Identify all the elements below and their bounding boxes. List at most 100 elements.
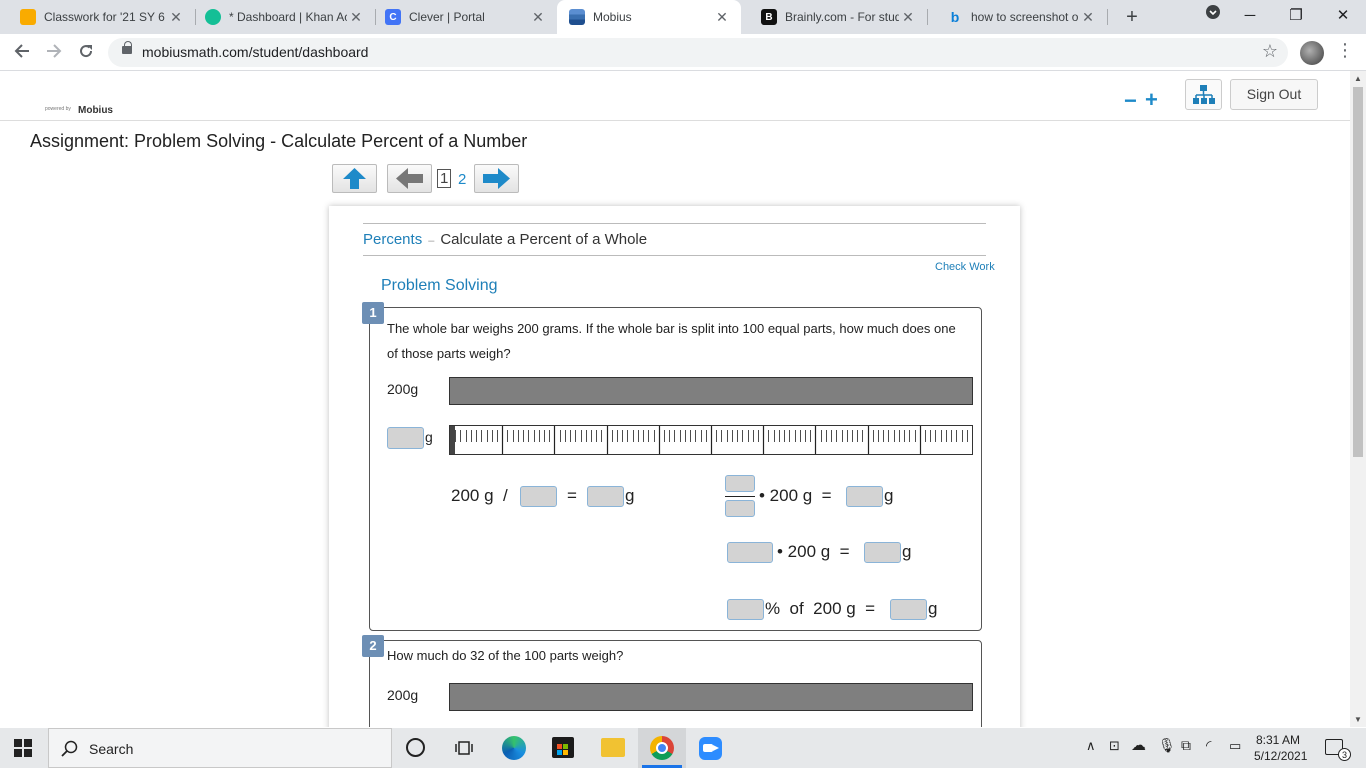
address-bar[interactable]: mobiusmath.com/student/dashboard ☆ (108, 38, 1288, 67)
taskbar-search-box[interactable]: Search (48, 728, 392, 768)
decimal-result-input[interactable] (864, 542, 901, 563)
meet-now-icon[interactable]: ⊡ (1109, 738, 1120, 754)
scrollbar-thumb[interactable] (1353, 87, 1363, 457)
chevron-up-icon[interactable]: ∧ (1086, 738, 1096, 754)
zoom-app-icon[interactable] (699, 737, 722, 760)
file-explorer-icon[interactable] (601, 738, 625, 757)
google-classroom-icon (20, 9, 36, 25)
search-icon (61, 740, 78, 757)
forward-icon[interactable] (41, 40, 67, 66)
tab-title: Mobius (593, 10, 632, 24)
mobius-logo: Mobius (78, 105, 113, 116)
up-arrow-button[interactable] (332, 164, 377, 193)
screen-share-icon[interactable]: ⧉ (1181, 737, 1191, 754)
lock-icon[interactable] (122, 41, 132, 54)
whole-bar (449, 683, 973, 711)
scroll-down-icon[interactable]: ▼ (1354, 715, 1362, 724)
chrome-taskbar-button[interactable] (638, 728, 686, 768)
problem-1: 1 The whole bar weighs 200 grams. If the… (362, 302, 982, 631)
profile-avatar[interactable] (1300, 41, 1324, 65)
tab-clever[interactable]: C Clever | Portal ✕ (365, 0, 557, 34)
close-tab-icon[interactable]: ✕ (529, 9, 547, 26)
close-tab-icon[interactable]: ✕ (713, 9, 731, 26)
tab-title: how to screenshot on (971, 10, 1079, 24)
breadcrumb-separator: – (428, 235, 435, 247)
scroll-up-icon[interactable]: ▲ (1354, 74, 1362, 83)
windows-start-icon[interactable] (14, 739, 32, 762)
tab-khan[interactable]: * Dashboard | Khan Ac ✕ (185, 0, 375, 34)
unit-label: g (884, 486, 894, 505)
problem-text: The whole bar weighs 200 grams. If the w… (387, 321, 956, 361)
tab-title: Clever | Portal (409, 10, 485, 24)
battery-icon[interactable]: ▭ (1229, 738, 1241, 754)
unit-label: g (928, 599, 938, 618)
clock-time: 8:31 AM (1255, 733, 1301, 747)
site-map-button[interactable] (1185, 79, 1222, 110)
tab-brainly[interactable]: B Brainly.com - For stud ✕ (741, 0, 927, 34)
fraction-numerator-input[interactable] (725, 475, 755, 492)
store-icon[interactable] (552, 737, 574, 758)
ruler-ticks (455, 426, 968, 454)
breadcrumb-topic[interactable]: Percents (363, 231, 422, 248)
close-tab-icon[interactable]: ✕ (899, 9, 917, 26)
tab-mobius[interactable]: Mobius ✕ (557, 0, 741, 34)
task-view-icon[interactable] (455, 739, 473, 762)
assignment-title: Assignment: Problem Solving - Calculate … (30, 131, 528, 151)
reload-icon[interactable] (73, 40, 99, 66)
search-placeholder: Search (89, 741, 134, 757)
menu-kebab-icon[interactable]: ⋮ (1336, 40, 1354, 61)
bookmark-star-icon[interactable]: ☆ (1262, 41, 1278, 62)
problem-number-badge: 2 (362, 635, 384, 657)
browser-toolbar: mobiusmath.com/student/dashboard ☆ (0, 34, 1366, 71)
close-tab-icon[interactable]: ✕ (167, 9, 185, 26)
bar-weight-label: 200g (387, 687, 419, 703)
sign-out-button[interactable]: Sign Out (1230, 79, 1318, 110)
wifi-icon[interactable]: ◜ (1206, 737, 1211, 754)
notification-count-badge: 3 (1338, 748, 1351, 761)
multiply-text: • 200 g = (759, 486, 832, 505)
breadcrumb: Percents – Calculate a Percent of a Whole (363, 231, 647, 248)
sitemap-icon (1193, 85, 1215, 104)
powered-by-text: powered by (45, 106, 71, 112)
edge-icon[interactable] (502, 736, 526, 760)
divisor-input[interactable] (520, 486, 557, 507)
percent-result-input[interactable] (890, 599, 927, 620)
multiply-text: • 200 g = (777, 542, 850, 561)
fraction-result-input[interactable] (846, 486, 883, 507)
tab-bing[interactable]: b how to screenshot on ✕ (927, 0, 1107, 34)
page-number-current: 1 (437, 169, 452, 188)
next-page-button[interactable] (474, 164, 519, 193)
check-work-link[interactable]: Check Work (935, 261, 995, 273)
system-clock[interactable]: 8:31 AM 5/12/2021 (1254, 732, 1308, 764)
part-weight-input[interactable] (387, 427, 424, 449)
page-number-link[interactable]: 2 (458, 171, 466, 188)
minimize-button[interactable]: ─ (1227, 0, 1273, 32)
maximize-button[interactable]: ❐ (1273, 0, 1319, 32)
vertical-scrollbar[interactable]: ▲ ▼ (1350, 71, 1366, 727)
percent-input[interactable] (727, 599, 764, 620)
previous-page-button[interactable] (387, 164, 432, 193)
tab-classroom[interactable]: Classwork for '21 SY 6 ✕ (0, 0, 195, 34)
url-text[interactable]: mobiusmath.com/student/dashboard (142, 44, 368, 60)
onedrive-icon[interactable]: ☁ (1131, 736, 1146, 754)
decimal-input[interactable] (727, 542, 773, 563)
breadcrumb-subtopic: Calculate a Percent of a Whole (440, 231, 648, 248)
zoom-out-button[interactable]: − (1124, 88, 1137, 114)
fraction-denominator-input[interactable] (725, 500, 755, 517)
back-icon[interactable] (9, 40, 35, 66)
close-tab-icon[interactable]: ✕ (1079, 9, 1097, 26)
microphone-icon[interactable]: 🎙 (1158, 737, 1176, 754)
unit-label: g (902, 542, 912, 561)
chrome-icon (650, 736, 674, 760)
cortana-icon[interactable] (406, 738, 425, 757)
arrow-left-icon (396, 168, 423, 189)
mobius-icon (569, 9, 585, 25)
close-tab-icon[interactable]: ✕ (347, 9, 365, 26)
quotient-input[interactable] (587, 486, 624, 507)
page-content: powered by Mobius − + Sign Out Assignmen… (0, 71, 1350, 727)
zoom-in-button[interactable]: + (1145, 87, 1158, 113)
clock-date: 5/12/2021 (1254, 749, 1308, 763)
equals-sign: = (567, 486, 577, 505)
new-tab-button[interactable]: + (1119, 4, 1145, 30)
close-window-button[interactable]: ✕ (1320, 0, 1366, 32)
